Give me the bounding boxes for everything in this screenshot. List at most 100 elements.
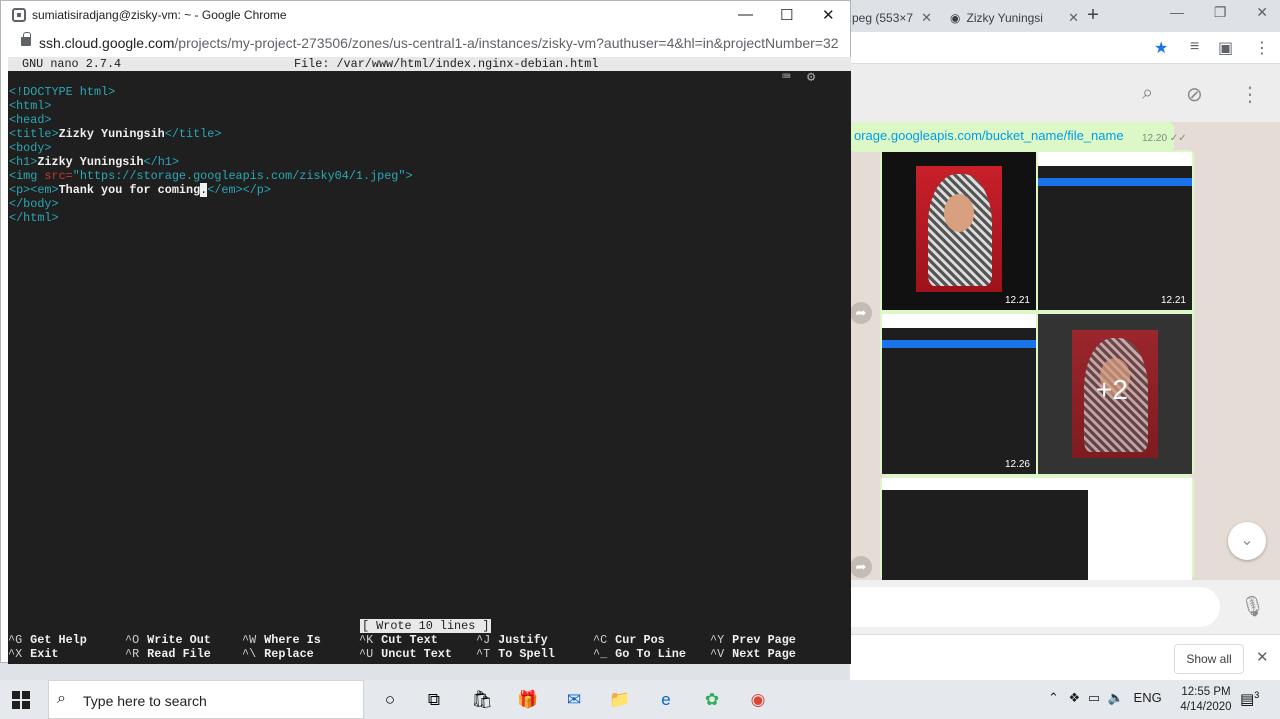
forward-icon[interactable]: ➦: [850, 302, 872, 324]
language-indicator[interactable]: ENG: [1134, 690, 1162, 705]
star-icon[interactable]: ★: [1154, 38, 1168, 58]
chevron-down-icon[interactable]: ⌄: [1228, 522, 1266, 560]
plus-icon[interactable]: +: [1082, 4, 1104, 27]
message-link[interactable]: orage.googleapis.com/bucket_name/file_na…: [854, 128, 1124, 143]
url-message[interactable]: orage.googleapis.com/bucket_name/file_na…: [850, 122, 1174, 152]
download-bar: Show all ✕: [850, 634, 1280, 680]
system-tray: ⌃ ❖ ▭ 🔈 ENG: [1048, 690, 1162, 706]
browser-toolbar: ★ ≡ ▣ ⋮: [850, 32, 1280, 64]
chat-area: orage.googleapis.com/bucket_name/file_na…: [850, 122, 1280, 580]
shortcut-read-file[interactable]: ^R Read File: [125, 647, 211, 661]
microphone-icon[interactable]: 🎙: [1240, 594, 1265, 619]
edge-icon[interactable]: e: [654, 688, 678, 712]
clock[interactable]: 12:55 PM 4/14/2020: [1176, 685, 1236, 715]
message-input[interactable]: [850, 587, 1220, 627]
photo-thumbnail[interactable]: 12.21: [882, 152, 1036, 310]
extension-icon[interactable]: ▣: [1218, 38, 1233, 58]
tab-strip: peg (553×7 ✕ ◉ Zizky Yuningsi ✕ + — ❐ ✕: [850, 0, 1280, 32]
status-message: [ Wrote 10 lines ]: [360, 619, 492, 633]
shortcut-prev-page[interactable]: ^Y Prev Page: [710, 633, 796, 647]
search-icon[interactable]: ⌕: [1142, 82, 1153, 105]
background-chrome-window: peg (553×7 ✕ ◉ Zizky Yuningsi ✕ + — ❐ ✕ …: [850, 0, 1280, 680]
code-line: <!DOCTYPE html>: [9, 85, 116, 99]
code-line: <h1>Zizky Yuningsih</h1>: [9, 155, 179, 169]
shortcut-cur-pos[interactable]: ^C Cur Pos: [593, 633, 665, 647]
code-line: <p><em>Thank you for coming.</em></p>: [9, 183, 271, 197]
window-title: sumiatisiradjang@zisky-vm: ~ - Google Ch…: [32, 8, 287, 22]
taskbar-search[interactable]: ⌕ Type here to search: [48, 680, 364, 719]
gear-icon[interactable]: ⚙: [807, 70, 815, 86]
more-icon[interactable]: ⋮: [1254, 38, 1270, 58]
code-line: <title>Zizky Yuningsih</title>: [9, 127, 222, 141]
shortcut-exit[interactable]: ^X Exit: [8, 647, 59, 661]
photo-thumbnail[interactable]: 12.26: [882, 314, 1036, 474]
shortcut-cut-text[interactable]: ^K Cut Text: [359, 633, 438, 647]
terminal-toolbar: ⌨ ⚙: [782, 69, 815, 86]
close-icon[interactable]: ✕: [1256, 648, 1269, 666]
shortcut-justify[interactable]: ^J Justify: [476, 633, 548, 647]
url-text[interactable]: ssh.cloud.google.com/projects/my-project…: [39, 35, 839, 51]
photo-message[interactable]: [880, 476, 1194, 580]
tab-image[interactable]: peg (553×7 ✕: [850, 4, 940, 32]
close-icon[interactable]: ✕: [921, 10, 932, 26]
task-view-icon[interactable]: ⧉: [422, 688, 446, 712]
close-icon[interactable]: ✕: [1068, 10, 1079, 26]
code-line: <html>: [9, 99, 52, 113]
dropbox-icon[interactable]: ❖: [1069, 690, 1081, 705]
media-icon[interactable]: ≡: [1190, 38, 1199, 56]
whatsapp-chat-header: ⌕ ⊘ ⋮: [850, 64, 1280, 122]
paperclip-icon[interactable]: ⊘: [1186, 82, 1203, 107]
tab-label: Zizky Yuningsi: [966, 11, 1043, 25]
volume-icon[interactable]: 🔈: [1108, 690, 1124, 705]
terminal[interactable]: GNU nano 2.7.4 File: /var/www/html/index…: [8, 57, 851, 664]
minimize-icon[interactable]: —: [738, 6, 753, 23]
clock-time: 12:55 PM: [1181, 686, 1231, 698]
menu-icon[interactable]: ⋮: [1240, 82, 1260, 107]
cortana-icon[interactable]: ○: [378, 688, 402, 712]
shortcut-replace[interactable]: ^\ Replace: [242, 647, 314, 661]
mail-icon[interactable]: ✉: [562, 688, 586, 712]
notification-icon[interactable]: ▤3: [1240, 690, 1259, 708]
maximize-icon[interactable]: ☐: [780, 6, 793, 24]
gift-icon[interactable]: 🎁: [516, 688, 540, 712]
close-icon[interactable]: ✕: [822, 6, 835, 24]
shortcut-uncut-text[interactable]: ^U Uncut Text: [359, 647, 452, 661]
editor-content[interactable]: <!DOCTYPE html> <html> <head> <title>Zizky …: [9, 85, 413, 225]
ssh-icon: [12, 8, 26, 22]
more-count: +2: [1096, 374, 1128, 405]
nano-title-bar: GNU nano 2.7.4 File: /var/www/html/index…: [8, 57, 851, 71]
forward-icon[interactable]: ➦: [850, 556, 872, 578]
search-placeholder: Type here to search: [83, 693, 207, 709]
nano-version: GNU nano 2.7.4: [22, 57, 122, 71]
show-all-button[interactable]: Show all: [1174, 644, 1244, 674]
nano-filename: File: /var/www/html/index.nginx-debian.h…: [294, 57, 599, 71]
tab-zizky[interactable]: ◉ Zizky Yuningsi ✕: [942, 4, 1087, 32]
more-photos-thumbnail[interactable]: +2: [1038, 314, 1192, 474]
shortcut-to-spell[interactable]: ^T To Spell: [476, 647, 555, 661]
app-icon[interactable]: ✿: [700, 688, 724, 712]
title-bar: sumiatisiradjang@zisky-vm: ~ - Google Ch…: [1, 1, 850, 31]
notification-count: 3: [1254, 690, 1260, 700]
shortcut-where-is[interactable]: ^W Where Is: [242, 633, 321, 647]
lock-icon[interactable]: [21, 32, 31, 46]
shortcut-next-page[interactable]: ^V Next Page: [710, 647, 796, 661]
close-icon[interactable]: ✕: [1256, 4, 1268, 21]
file-explorer-icon[interactable]: 📁: [608, 688, 632, 712]
shortcut-get-help[interactable]: ^G Get Help: [8, 633, 87, 647]
address-bar[interactable]: ssh.cloud.google.com/projects/my-project…: [1, 31, 850, 57]
windows-start-icon[interactable]: [12, 691, 30, 709]
code-line: </html>: [9, 211, 59, 225]
chrome-icon[interactable]: ◉: [746, 688, 770, 712]
minimize-icon[interactable]: —: [1170, 4, 1184, 21]
code-line: <head>: [9, 113, 52, 127]
shortcut-go-to-line[interactable]: ^_ Go To Line: [593, 647, 686, 661]
keyboard-icon[interactable]: ⌨: [782, 70, 790, 86]
battery-icon[interactable]: ▭: [1088, 690, 1100, 705]
code-line: <img src="https://storage.googleapis.com…: [9, 169, 413, 183]
store-icon[interactable]: 🛍: [470, 688, 494, 712]
restore-icon[interactable]: ❐: [1214, 4, 1227, 21]
shortcut-write-out[interactable]: ^O Write Out: [125, 633, 211, 647]
code-line: </body>: [9, 197, 59, 211]
photo-thumbnail[interactable]: 12.21: [1038, 152, 1192, 310]
chevron-up-icon[interactable]: ⌃: [1048, 690, 1059, 705]
